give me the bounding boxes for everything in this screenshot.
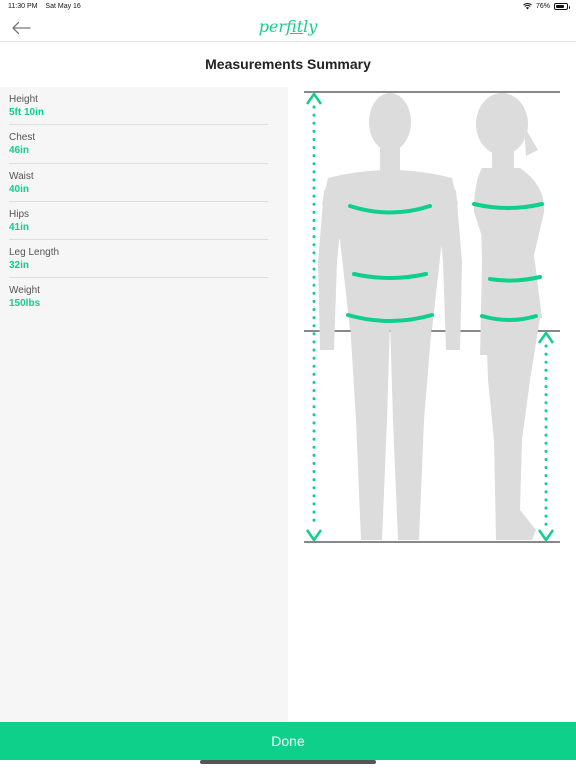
measurement-value: 40in — [9, 183, 30, 195]
measurement-chest: Chest 46in — [0, 125, 288, 164]
measurement-label: Weight — [9, 285, 40, 297]
measurement-leg-length: Leg Length 32in — [0, 240, 288, 279]
done-button-label: Done — [271, 733, 305, 749]
measurements-list: Height 5ft 10in Chest 46in Waist 40in Hi… — [0, 87, 288, 317]
page-title: Measurements Summary — [205, 56, 371, 72]
brand-logo: perfitly — [258, 17, 318, 36]
nav-bar: perfitly — [0, 14, 576, 42]
battery-percent: 76% — [535, 3, 550, 10]
measurement-value: 5ft 10in — [9, 107, 45, 118]
measurement-label: Hips — [9, 208, 30, 220]
status-indicators: 76% — [523, 3, 570, 10]
measurement-weight: Weight 150lbs — [0, 278, 288, 316]
measurement-value: 41in — [9, 221, 30, 233]
height-arrow-icon — [305, 92, 323, 542]
measurement-height: Height 5ft 10in — [0, 87, 288, 126]
done-button[interactable]: Done — [0, 722, 576, 760]
measurements-panel: Height 5ft 10in Chest 46in Waist 40in Hi… — [0, 87, 288, 722]
measurement-value: 150lbs — [9, 298, 41, 310]
measurement-hips: Hips 41in — [0, 202, 288, 241]
measurement-waist: Waist 40in — [0, 164, 288, 203]
status-bar: 11:30 PM Sat May 16 76% — [0, 0, 576, 14]
body-figure-area — [288, 87, 576, 722]
body-diagram — [304, 91, 560, 543]
status-date: Sat May 16 — [45, 3, 81, 10]
battery-icon — [554, 3, 570, 10]
leg-length-arrow-icon — [537, 331, 555, 542]
status-time-date: 11:30 PM Sat May 16 — [8, 3, 87, 10]
measurement-label: Waist — [9, 170, 34, 182]
wifi-icon — [523, 3, 532, 10]
measurement-value: 46in — [9, 145, 30, 157]
measurement-label: Leg Length — [9, 247, 60, 259]
measurement-label: Height — [9, 94, 38, 105]
battery-level — [556, 5, 564, 8]
status-time: 11:30 PM — [8, 3, 38, 10]
measurement-label: Chest — [9, 132, 36, 144]
measurement-value: 32in — [9, 260, 30, 272]
front-body-silhouette-icon — [318, 93, 462, 540]
home-indicator — [200, 760, 376, 764]
